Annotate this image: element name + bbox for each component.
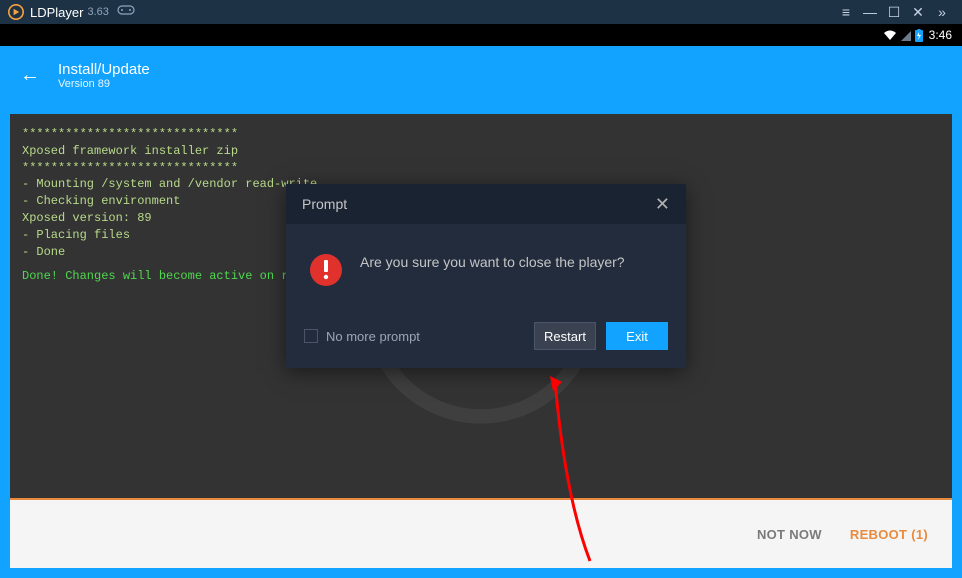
warning-icon: [308, 252, 344, 288]
restart-button[interactable]: Restart: [534, 322, 596, 350]
android-statusbar: 3:46: [0, 24, 962, 46]
reboot-button[interactable]: REBOOT (1): [850, 527, 928, 542]
prompt-modal: Prompt ✕ Are you sure you want to close …: [286, 184, 686, 368]
wifi-icon: [883, 29, 897, 41]
terminal-line: ******************************: [22, 160, 940, 177]
modal-title: Prompt: [302, 196, 347, 212]
app-logo-icon: [8, 4, 24, 20]
modal-close-button[interactable]: ✕: [655, 194, 670, 215]
page-header: ← Install/Update Version 89: [0, 46, 962, 104]
battery-icon: [915, 29, 923, 42]
modal-message: Are you sure you want to close the playe…: [360, 252, 625, 273]
page-title: Install/Update: [58, 61, 150, 78]
minimize-button[interactable]: —: [858, 4, 882, 20]
maximize-button[interactable]: ☐: [882, 4, 906, 21]
clock: 3:46: [929, 28, 952, 42]
page-subtitle: Version 89: [58, 78, 150, 90]
checkbox-icon: [304, 329, 318, 343]
back-button[interactable]: ←: [20, 64, 50, 87]
app-name: LDPlayer: [30, 5, 83, 20]
menu-icon[interactable]: ≡: [834, 4, 858, 20]
not-now-button[interactable]: NOT NOW: [757, 527, 822, 542]
exit-button[interactable]: Exit: [606, 322, 668, 350]
terminal-line: ******************************: [22, 126, 940, 143]
bottom-action-bar: NOT NOW REBOOT (1): [10, 498, 952, 568]
close-window-button[interactable]: ✕: [906, 4, 930, 21]
modal-header: Prompt ✕: [286, 184, 686, 224]
no-more-prompt-checkbox[interactable]: No more prompt: [304, 329, 420, 344]
checkbox-label: No more prompt: [326, 329, 420, 344]
gamepad-icon: [117, 3, 135, 21]
signal-icon: [901, 29, 911, 41]
more-icon[interactable]: »: [930, 4, 954, 20]
window-titlebar: LDPlayer 3.63 ≡ — ☐ ✕ »: [0, 0, 962, 24]
terminal-line: Xposed framework installer zip: [22, 143, 940, 160]
app-version: 3.63: [87, 6, 108, 18]
